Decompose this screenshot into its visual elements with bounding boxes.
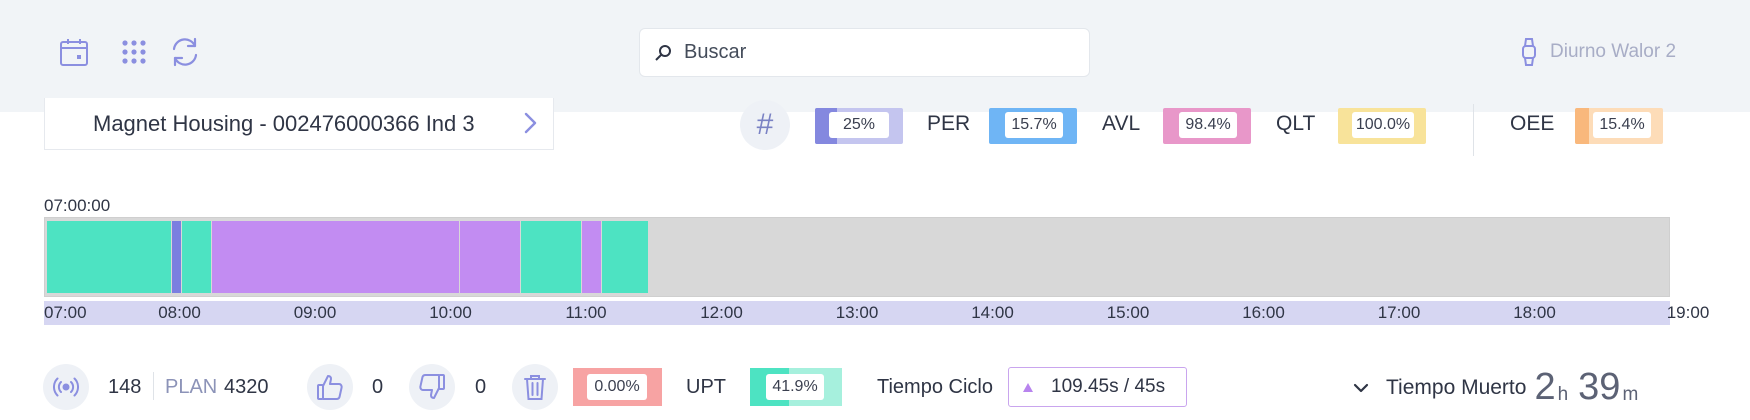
kpi-divider xyxy=(1473,104,1474,156)
chevron-down-icon[interactable] xyxy=(1352,382,1370,394)
count-percent: 25% xyxy=(829,112,889,138)
product-label: Magnet Housing - 002476000366 Ind 3 xyxy=(93,110,475,136)
upt-kpi: 41.9% xyxy=(750,368,842,406)
refresh-icon[interactable] xyxy=(166,33,204,71)
cycle-value: 109.45s / 45s xyxy=(1051,376,1166,397)
bad-count: 0 xyxy=(475,376,487,398)
avl-label: AVL xyxy=(1102,112,1141,135)
timeline-segment-stopped[interactable] xyxy=(459,221,520,293)
trash-icon[interactable] xyxy=(512,364,558,410)
watch-icon xyxy=(1520,36,1538,68)
qlt-value: 100.0% xyxy=(1352,112,1414,138)
per-value: 15.7% xyxy=(1005,112,1063,138)
scrap-percent: 0.00% xyxy=(587,374,647,400)
timeline-segment-stopped[interactable] xyxy=(581,221,601,293)
dead-minutes: 39 xyxy=(1578,366,1621,408)
timeline-segment-other[interactable] xyxy=(171,221,182,293)
dead-minutes-unit: m xyxy=(1622,383,1639,405)
good-count: 0 xyxy=(372,376,384,398)
chevron-right-icon[interactable] xyxy=(521,110,539,142)
grid-icon[interactable] xyxy=(115,33,153,71)
product-selector[interactable]: Magnet Housing - 002476000366 Ind 3 xyxy=(44,98,554,150)
timeline-tick-label: 11:00 xyxy=(565,303,607,322)
oee-label: OEE xyxy=(1510,112,1555,135)
avl-kpi: 98.4% xyxy=(1163,108,1251,144)
user-label: Diurno Walor 2 xyxy=(1550,41,1677,62)
cycle-time-badge: 109.45s / 45s xyxy=(1008,367,1187,407)
per-label: PER xyxy=(927,112,971,135)
search-box[interactable] xyxy=(639,28,1090,77)
timeline-segment-running[interactable] xyxy=(520,221,581,293)
hash-icon[interactable]: # xyxy=(740,100,790,150)
timeline-tick-label: 18:00 xyxy=(1513,303,1556,322)
calendar-icon[interactable] xyxy=(55,33,93,71)
timeline-start-label: 07:00:00 xyxy=(44,196,111,215)
oee-value: 15.4% xyxy=(1593,112,1651,138)
scrap-kpi: 0.00% xyxy=(573,368,662,406)
timeline-tick-label: 19:00 xyxy=(1666,303,1710,322)
production-timeline[interactable] xyxy=(44,217,1670,297)
oee-kpi: 15.4% xyxy=(1575,108,1663,144)
user-menu[interactable]: Diurno Walor 2 xyxy=(1520,34,1676,70)
avl-value: 98.4% xyxy=(1179,112,1237,138)
search-icon xyxy=(654,43,674,63)
timeline-tick-label: 12:00 xyxy=(700,303,743,322)
timeline-tick-label: 17:00 xyxy=(1377,303,1421,322)
per-kpi: 15.7% xyxy=(989,108,1077,144)
timeline-tick-label: 15:00 xyxy=(1106,303,1150,322)
timeline-tick-label: 16:00 xyxy=(1242,303,1285,322)
triangle-up-icon xyxy=(1023,382,1033,392)
dead-hours: 2 xyxy=(1534,366,1556,408)
timeline-tick-label: 14:00 xyxy=(971,303,1014,322)
thumbs-up-icon[interactable] xyxy=(307,364,353,410)
qlt-label: QLT xyxy=(1276,112,1316,135)
dead-time[interactable]: Tiempo Muerto 2 h 39 m xyxy=(1352,366,1648,409)
cycle-label: Tiempo Ciclo xyxy=(877,376,993,398)
produced-count: 148 xyxy=(108,376,142,398)
search-input[interactable] xyxy=(684,41,1064,64)
upt-value: 41.9% xyxy=(766,374,824,400)
count-kpi: 25% xyxy=(815,108,903,144)
timeline-tick-label: 08:00 xyxy=(158,303,201,322)
hash-symbol: # xyxy=(756,108,774,141)
upt-label: UPT xyxy=(686,376,726,398)
plan-value: 4320 xyxy=(224,376,269,398)
top-bar: Diurno Walor 2 xyxy=(0,0,1750,112)
dead-time-label: Tiempo Muerto xyxy=(1386,375,1527,399)
oee-fill xyxy=(1575,108,1589,144)
timeline-tick-label: 10:00 xyxy=(429,303,472,322)
timeline-segment-running[interactable] xyxy=(601,221,649,293)
plan-divider xyxy=(153,372,154,400)
timeline-segment-stopped[interactable] xyxy=(212,221,459,293)
timeline-segment-running[interactable] xyxy=(182,221,212,293)
timeline-tick-label: 09:00 xyxy=(293,303,337,322)
timeline-tick-label: 13:00 xyxy=(835,303,879,322)
timeline-segment-running[interactable] xyxy=(47,221,171,293)
dead-hours-unit: h xyxy=(1557,383,1569,405)
plan-label: PLAN xyxy=(165,376,218,398)
thumbs-down-icon[interactable] xyxy=(409,364,455,410)
timeline-tick-label: 07:00 xyxy=(44,303,87,322)
qlt-kpi: 100.0% xyxy=(1338,108,1426,144)
signal-icon[interactable] xyxy=(43,364,89,410)
